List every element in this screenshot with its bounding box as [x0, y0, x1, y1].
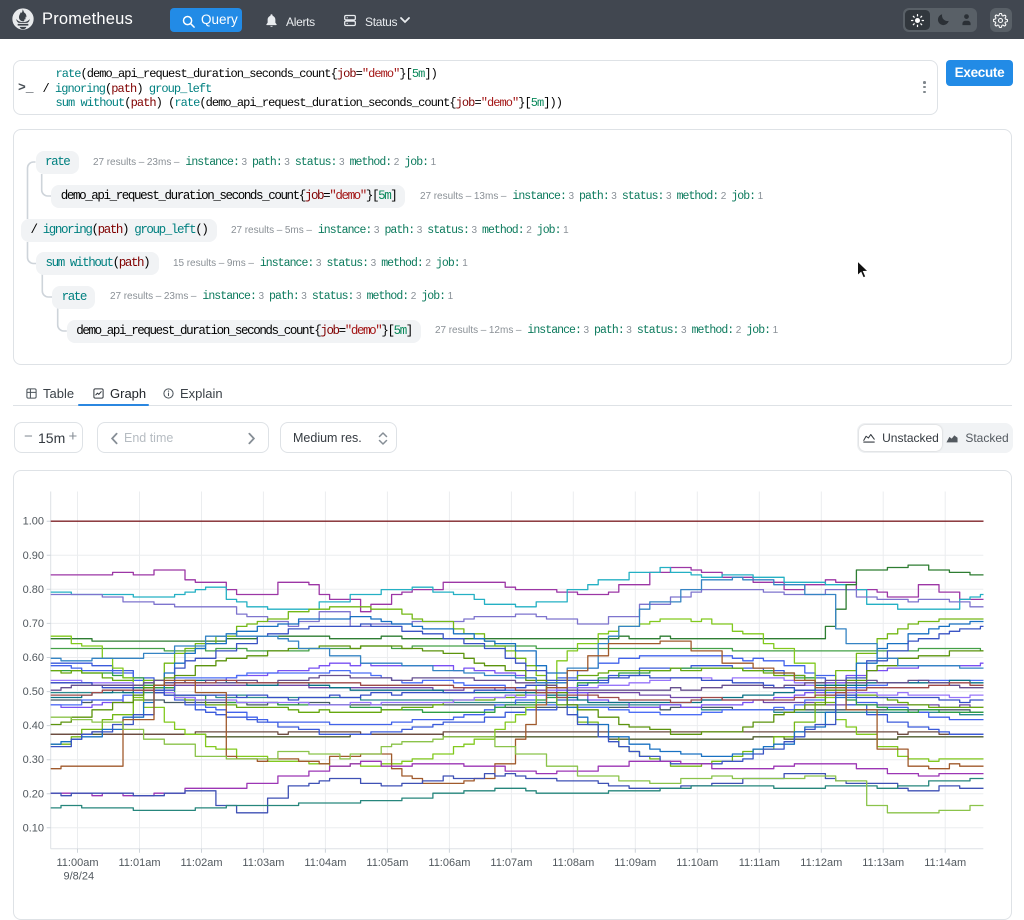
- svg-text:0.50: 0.50: [23, 686, 44, 698]
- svg-text:11:01am: 11:01am: [119, 857, 161, 869]
- svg-text:9/8/24: 9/8/24: [64, 871, 95, 883]
- svg-text:11:02am: 11:02am: [181, 857, 223, 869]
- svg-text:11:11am: 11:11am: [739, 857, 780, 869]
- svg-text:0.10: 0.10: [23, 822, 44, 834]
- svg-text:11:14am: 11:14am: [924, 857, 966, 869]
- svg-text:11:03am: 11:03am: [242, 857, 284, 869]
- svg-text:0.70: 0.70: [23, 618, 44, 630]
- svg-text:0.30: 0.30: [23, 754, 44, 766]
- svg-text:11:09am: 11:09am: [614, 857, 656, 869]
- svg-text:11:07am: 11:07am: [490, 857, 532, 869]
- svg-text:0.40: 0.40: [23, 720, 44, 732]
- svg-text:11:10am: 11:10am: [676, 857, 718, 869]
- svg-text:0.90: 0.90: [23, 550, 44, 562]
- svg-text:0.80: 0.80: [23, 584, 44, 596]
- svg-text:11:12am: 11:12am: [800, 857, 842, 869]
- svg-text:11:00am: 11:00am: [57, 857, 99, 869]
- svg-text:0.60: 0.60: [23, 652, 44, 664]
- svg-text:11:13am: 11:13am: [862, 857, 904, 869]
- svg-text:11:04am: 11:04am: [304, 857, 346, 869]
- svg-text:11:06am: 11:06am: [428, 857, 470, 869]
- svg-text:0.20: 0.20: [23, 788, 44, 800]
- svg-text:1.00: 1.00: [23, 516, 44, 528]
- svg-text:11:08am: 11:08am: [552, 857, 594, 869]
- svg-text:11:05am: 11:05am: [366, 857, 408, 869]
